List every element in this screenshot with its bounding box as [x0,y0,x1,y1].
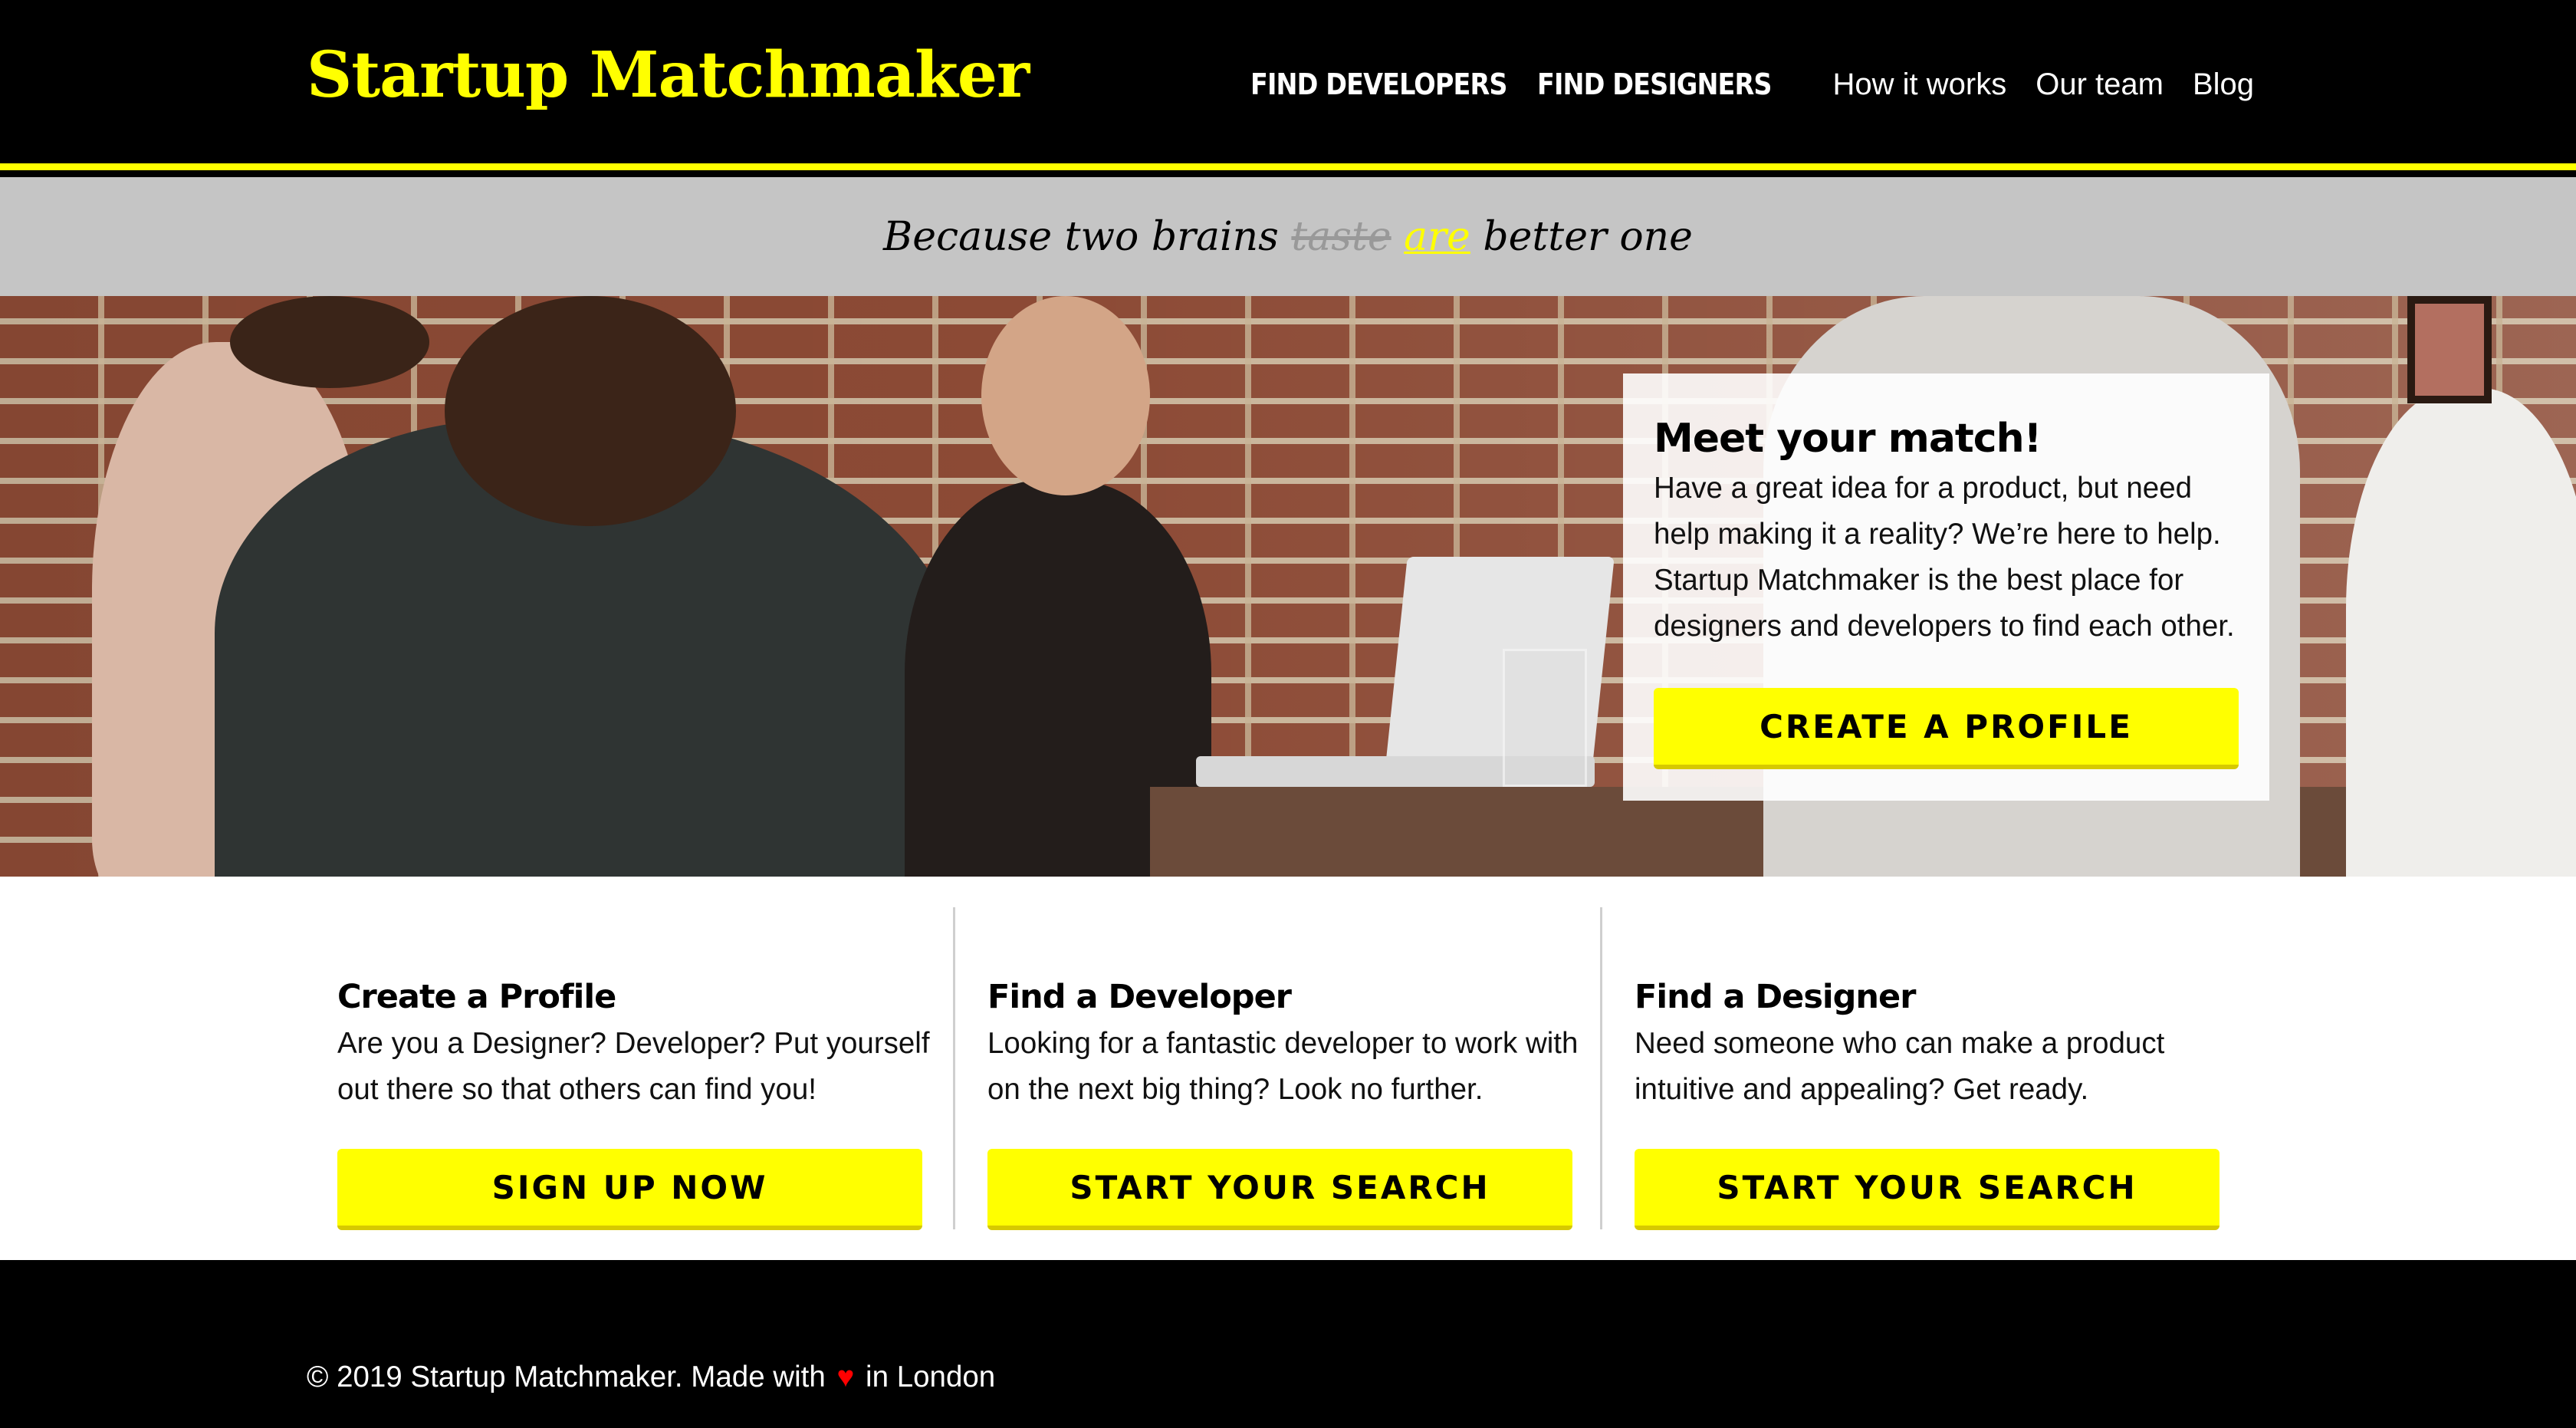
sign-up-now-button[interactable]: SIGN UP NOW [337,1149,922,1230]
match-card-text: Have a great idea for a product, but nee… [1654,472,2235,643]
tagline-start: Because two brains [883,213,1279,260]
start-search-designer-button[interactable]: START YOUR SEARCH [1635,1149,2220,1230]
match-card-title: Meet your match! [1654,416,2042,462]
nav-our-team[interactable]: Our team [2036,63,2164,106]
site-header: Startup Matchmaker FIND DEVELOPERS FIND … [0,0,2576,170]
nav-blog[interactable]: Blog [2193,63,2254,106]
nav-find-developers[interactable]: FIND DEVELOPERS [1250,63,1507,106]
nav-how-it-works[interactable]: How it works [1833,63,2007,106]
feature-find-developer: Find a Developer Looking for a fantastic… [953,907,1601,1230]
tagline-struck-word: taste [1291,213,1392,260]
feature-text: Are you a Designer? Developer? Put yours… [337,1027,930,1106]
nav-find-designers[interactable]: FIND DESIGNERS [1537,63,1772,106]
feature-text: Looking for a fantastic developer to wor… [987,1027,1579,1106]
footer-suffix: in London [866,1361,996,1393]
main-nav: FIND DEVELOPERS FIND DESIGNERS How it wo… [1250,63,2254,106]
feature-title: Find a Designer [1635,978,1916,1016]
feature-create-profile: Create a Profile Are you a Designer? Dev… [337,907,951,1230]
feature-find-designer: Find a Designer Need someone who can mak… [1600,907,2248,1230]
feature-text: Need someone who can make a product intu… [1635,1027,2165,1106]
tagline: Because two brains taste are better one [883,214,1693,260]
footer-prefix: © 2019 Startup Matchmaker. Made with [307,1361,826,1393]
tagline-highlight-word: are [1404,213,1470,260]
start-search-developer-button[interactable]: START YOUR SEARCH [987,1149,1572,1230]
features-section: Create a Profile Are you a Designer? Dev… [0,877,2576,1260]
create-profile-button[interactable]: CREATE A PROFILE [1654,688,2239,769]
site-footer: © 2019 Startup Matchmaker. Made with ♥ i… [0,1260,2576,1428]
footer-copyright: © 2019 Startup Matchmaker. Made with ♥ i… [307,1358,995,1397]
feature-title: Find a Developer [987,978,1292,1016]
site-logo[interactable]: Startup Matchmaker [307,37,1030,114]
heart-icon: ♥ [836,1361,855,1393]
tagline-end: better one [1483,213,1693,260]
feature-title: Create a Profile [337,978,616,1016]
tagline-band: Because two brains taste are better one [0,177,2576,296]
match-card: Meet your match! Have a great idea for a… [1623,373,2269,801]
